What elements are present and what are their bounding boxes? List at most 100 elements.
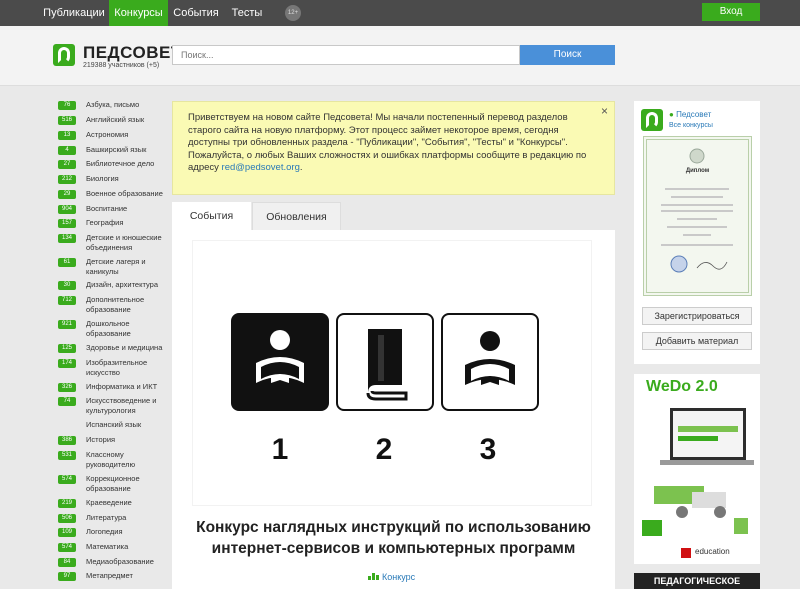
reading-person-icon — [441, 313, 539, 411]
category-count: 74 — [58, 397, 76, 406]
category-label[interactable]: Азбука, письмо — [86, 100, 172, 110]
category-label[interactable]: Математика — [86, 542, 172, 552]
category-count: 212 — [58, 175, 76, 184]
category-count: 904 — [58, 205, 76, 214]
category-label[interactable]: Английский язык — [86, 115, 172, 125]
close-icon[interactable]: × — [601, 104, 608, 118]
welcome-notice: Приветствуем на новом сайте Педсовета! М… — [172, 101, 615, 195]
category-count: 76 — [58, 101, 76, 110]
age-rating-badge: 12+ — [285, 5, 301, 21]
category-count: 109 — [58, 528, 76, 537]
category-count: 574 — [58, 543, 76, 552]
all-contests-link[interactable]: Все конкурсы — [669, 122, 713, 129]
category-label[interactable]: Литература — [86, 513, 172, 523]
category-label[interactable]: Метапредмет — [86, 571, 172, 581]
tab-updates[interactable]: Обновления — [252, 202, 341, 230]
category-count: 157 — [58, 219, 76, 228]
logo-icon[interactable] — [641, 109, 663, 131]
category-count: 4 — [58, 146, 76, 155]
robot-laptop-illustration — [642, 408, 754, 536]
category-count: 27 — [58, 160, 76, 169]
contest-category-link[interactable]: Конкурс — [368, 572, 415, 582]
category-label[interactable]: Логопедия — [86, 527, 172, 537]
category-label[interactable]: Детские и юношеские объединения — [86, 233, 172, 253]
ad-title: WeDo 2.0 — [646, 378, 718, 395]
category-label[interactable]: Башкирский язык — [86, 145, 172, 155]
step-number: 3 — [479, 433, 497, 466]
step-number: 2 — [375, 433, 393, 466]
category-count: 712 — [58, 296, 76, 305]
category-label[interactable]: Библиотечное дело — [86, 159, 172, 169]
notice-tail: . — [299, 162, 303, 173]
contest-title-line: интернет-сервисов и компьютерных програм… — [211, 540, 576, 557]
category-count: 219 — [58, 499, 76, 508]
category-label[interactable]: Детские лагеря и каникулы — [86, 257, 172, 277]
search-input[interactable] — [172, 45, 520, 65]
profile-name-link[interactable]: ● Педсовет — [669, 110, 711, 119]
category-count: 506 — [58, 514, 76, 523]
category-label[interactable]: Информатика и ИКТ — [86, 382, 172, 392]
user-icon: ● — [669, 110, 674, 119]
book-icon — [336, 313, 434, 411]
category-label[interactable]: Дополнительное образование — [86, 295, 172, 315]
add-material-button[interactable]: Добавить материал — [642, 332, 752, 350]
category-count: 574 — [58, 475, 76, 484]
category-count: 61 — [58, 258, 76, 267]
step-number: 1 — [271, 433, 289, 466]
diploma-title: Диплом — [685, 168, 710, 174]
lego-education-label: education — [695, 547, 730, 556]
category-label[interactable]: Изобразительное искусство — [86, 358, 172, 378]
register-button[interactable]: Зарегистрироваться — [642, 307, 752, 325]
nav-publications[interactable]: Публикации — [40, 0, 108, 26]
logo-title[interactable]: ПЕДСОВЕТ — [83, 43, 182, 63]
logo-icon[interactable] — [53, 44, 75, 66]
category-label[interactable]: Дизайн, архитектура — [86, 280, 172, 290]
category-label[interactable]: Дошкольное образование — [86, 319, 172, 339]
login-button[interactable]: Вход — [702, 3, 760, 21]
banner-text: ПЕДАГОГИЧЕСКОЕ — [653, 576, 741, 586]
contest-title[interactable]: Конкурс наглядных инструкций по использо… — [172, 517, 615, 559]
category-count: 386 — [58, 436, 76, 445]
tab-events[interactable]: События — [172, 202, 251, 230]
header: ПЕДСОВЕТ 219388 участников (+5) Поиск — [0, 26, 800, 86]
lego-logo-icon — [681, 548, 691, 558]
diploma-seal-icon — [661, 148, 733, 273]
category-count: 516 — [58, 116, 76, 125]
category-count: 84 — [58, 558, 76, 567]
wedo-ad-banner[interactable]: WeDo 2.0 education — [634, 374, 760, 564]
nav-tests[interactable]: Тесты — [224, 0, 270, 26]
category-label[interactable]: Воспитание — [86, 204, 172, 214]
category-label[interactable]: Испанский язык — [86, 420, 172, 430]
category-label[interactable]: Классному руководителю — [86, 450, 172, 470]
pedagogical-ad-banner[interactable]: ПЕДАГОГИЧЕСКОЕ — [634, 573, 760, 589]
category-count: 29 — [58, 190, 76, 199]
diploma-image[interactable]: Диплом — [643, 136, 752, 296]
profile-name[interactable]: Педсовет — [676, 110, 711, 119]
notice-email-link[interactable]: red@pedsovet.org — [222, 162, 300, 173]
search-button[interactable]: Поиск — [520, 45, 615, 65]
category-count: 30 — [58, 281, 76, 290]
contest-image[interactable]: 1 2 3 — [192, 240, 592, 506]
nav-contests[interactable]: Конкурсы — [109, 0, 168, 26]
category-count: 134 — [58, 234, 76, 243]
profile-card: ● Педсовет Все конкурсы Диплом Зарегистр… — [634, 101, 760, 364]
member-count: 219388 участников (+5) — [83, 62, 160, 69]
category-label[interactable]: Коррекционное образование — [86, 474, 172, 494]
contest-title-line: Конкурс наглядных инструкций по использо… — [196, 519, 591, 536]
contest-link-label[interactable]: Конкурс — [382, 572, 415, 582]
category-label[interactable]: Краеведение — [86, 498, 172, 508]
category-label[interactable]: Здоровье и медицина — [86, 343, 172, 353]
category-label[interactable]: Медиаобразование — [86, 557, 172, 567]
category-label[interactable]: История — [86, 435, 172, 445]
nav-events[interactable]: События — [168, 0, 224, 26]
category-label[interactable]: Военное образование — [86, 189, 172, 199]
category-label[interactable]: Искусствоведение и культурология — [86, 396, 172, 416]
category-label[interactable]: География — [86, 218, 172, 228]
category-count: 326 — [58, 383, 76, 392]
category-count: 125 — [58, 344, 76, 353]
category-count: 13 — [58, 131, 76, 140]
category-label[interactable]: Биология — [86, 174, 172, 184]
category-label[interactable]: Астрономия — [86, 130, 172, 140]
event-card: 1 2 3 Конкурс наглядных инструкций по ис… — [172, 230, 615, 589]
category-count: 97 — [58, 572, 76, 581]
